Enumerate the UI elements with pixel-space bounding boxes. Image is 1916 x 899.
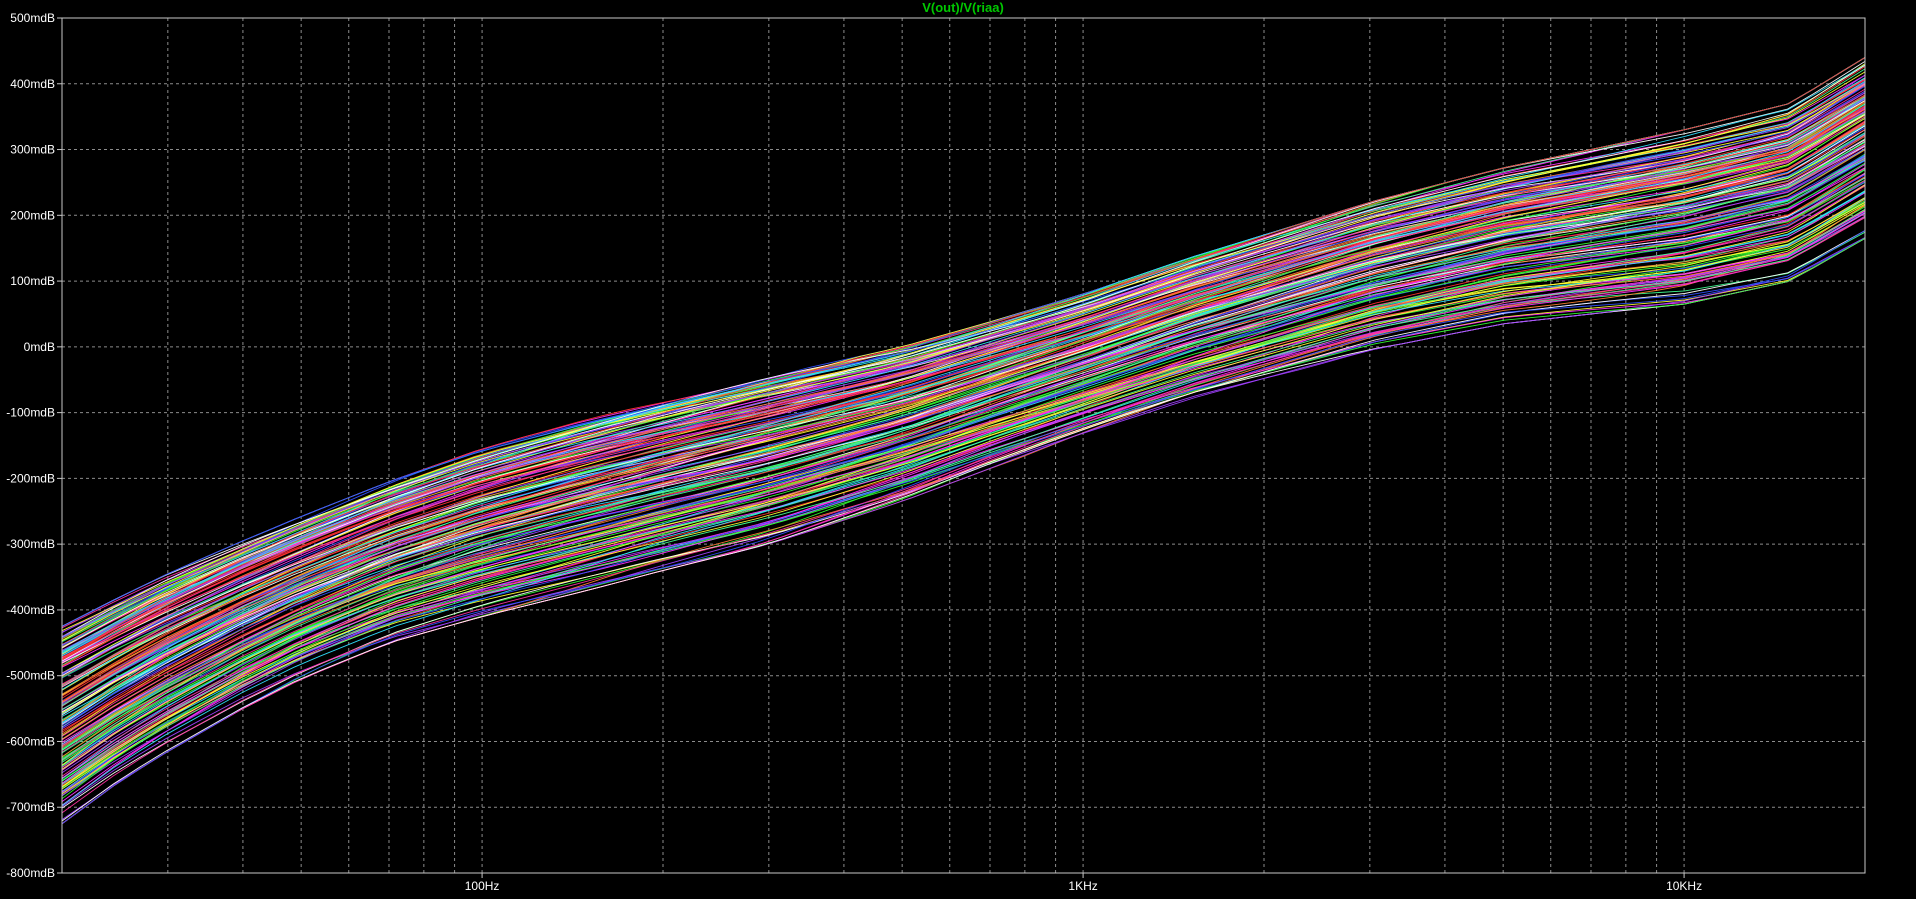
y-tick-label: 200mdB [10,208,55,222]
y-tick-label: 500mdB [10,11,55,25]
x-tick-label: 100Hz [465,879,500,893]
x-tick-label: 10KHz [1666,879,1702,893]
y-tick-label: -600mdB [6,734,55,748]
plot-area[interactable]: V(out)/V(riaa) 500mdB 400mdB 300mdB 200mdB 1… [0,0,1916,899]
y-tick-label: -200mdB [6,471,55,485]
y-tick-label: -300mdB [6,537,55,551]
y-tick-label: -100mdB [6,406,55,420]
y-tick-label: 300mdB [10,143,55,157]
chart-title: V(out)/V(riaa) [922,0,1004,15]
y-tick-label: 0mdB [24,340,55,354]
y-tick-label: -400mdB [6,603,55,617]
y-tick-label: 400mdB [10,77,55,91]
y-tick-label: -800mdB [6,866,55,880]
y-tick-label: -700mdB [6,800,55,814]
x-tick-label: 1KHz [1068,879,1097,893]
y-tick-label: -500mdB [6,669,55,683]
y-tick-label: 100mdB [10,274,55,288]
